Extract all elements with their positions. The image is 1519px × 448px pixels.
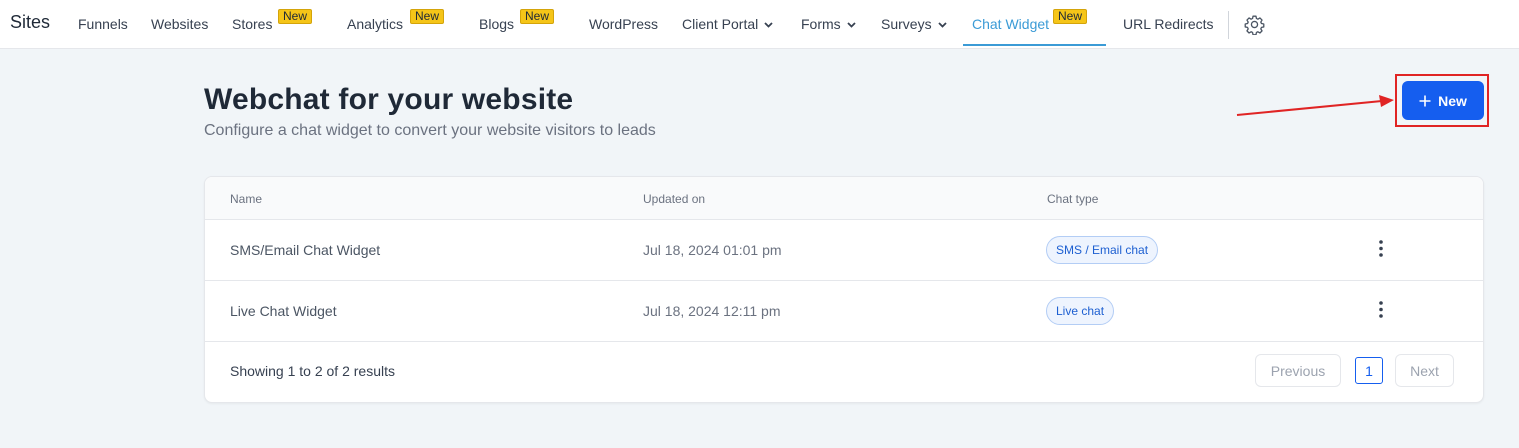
gear-icon[interactable] [1244,14,1265,35]
nav-stores[interactable]: Stores [232,16,272,32]
new-chat-widget-button[interactable]: New [1402,81,1484,120]
nav-funnels[interactable]: Funnels [78,16,128,32]
nav-chat-widget[interactable]: Chat Widget [972,16,1049,32]
more-options-icon[interactable] [1375,300,1387,320]
nav-analytics[interactable]: Analytics [347,16,403,32]
widgets-table: Name Updated on Chat type SMS/Email Chat… [204,176,1484,403]
new-badge: New [520,9,555,24]
nav-divider [1228,11,1229,39]
new-badge: New [278,9,313,24]
chevron-down-icon [847,22,856,29]
nav-surveys-label: Surveys [881,16,932,32]
nav-url-redirects[interactable]: URL Redirects [1123,16,1214,32]
nav-blogs[interactable]: Blogs [479,16,514,32]
chevron-down-icon [937,22,947,29]
more-options-icon[interactable] [1375,239,1387,259]
page-number-button[interactable]: 1 [1355,357,1383,384]
chat-type-badge: SMS / Email chat [1046,236,1159,264]
widget-name[interactable]: Live Chat Widget [230,303,337,319]
table-header: Name Updated on Chat type [205,177,1483,220]
widget-name[interactable]: SMS/Email Chat Widget [230,242,380,258]
app-title: Sites [10,12,51,32]
previous-page-button[interactable]: Previous [1255,354,1341,387]
nav-client-portal-label: Client Portal [682,16,759,32]
updated-on: Jul 18, 2024 01:01 pm [643,242,782,258]
chat-type-badge: Live chat [1046,297,1115,325]
nav-forms-label: Forms [801,16,841,32]
column-header-chat-type: Chat type [1047,192,1099,206]
nav-forms[interactable]: Forms [801,16,856,32]
chevron-down-icon [764,22,773,29]
page-title: Webchat for your website [204,83,574,116]
next-page-button[interactable]: Next [1395,354,1454,387]
nav-surveys[interactable]: Surveys [881,16,947,32]
table-row[interactable]: Live Chat Widget Jul 18, 2024 12:11 pm L… [205,281,1483,342]
active-tab-indicator [963,44,1106,46]
annotation-arrow [1236,95,1394,116]
new-button-label: New [1438,92,1467,109]
nav-wordpress[interactable]: WordPress [589,16,658,32]
page-subtitle: Configure a chat widget to convert your … [204,122,656,139]
top-nav: Sites Funnels Websites Stores New Analyt… [0,0,1519,49]
column-header-updated: Updated on [643,192,706,206]
results-summary: Showing 1 to 2 of 2 results [230,363,395,379]
new-badge: New [1053,9,1088,24]
nav-client-portal[interactable]: Client Portal [682,16,773,32]
plus-icon [1419,95,1431,106]
new-badge: New [410,9,445,24]
nav-websites[interactable]: Websites [151,16,208,32]
table-row[interactable]: SMS/Email Chat Widget Jul 18, 2024 01:01… [205,220,1483,281]
column-header-name: Name [230,192,263,206]
updated-on: Jul 18, 2024 12:11 pm [643,303,781,319]
